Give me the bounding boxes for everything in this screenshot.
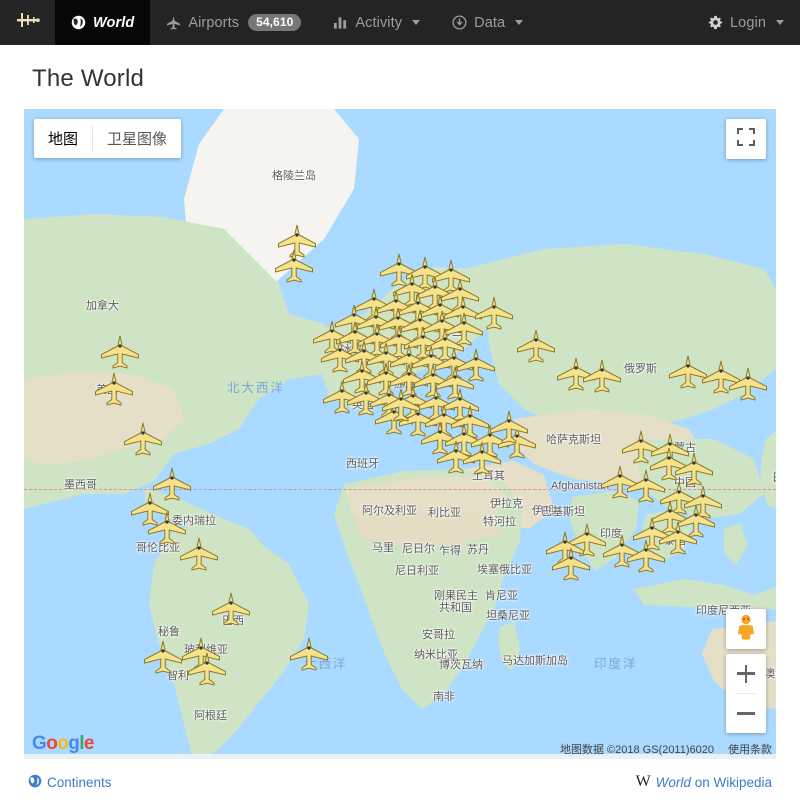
airport-marker[interactable]: [489, 410, 529, 444]
globe-icon: [71, 15, 86, 30]
bar-chart-icon: [333, 16, 348, 30]
continents-link[interactable]: Continents: [28, 774, 112, 791]
nav-item-login[interactable]: Login: [692, 0, 800, 45]
airport-marker[interactable]: [94, 372, 134, 406]
top-navbar: World Airports 54,610 Activity: [0, 0, 800, 45]
map-data-attribution: 地图数据 ©2018 GS(2011)6020: [560, 741, 714, 757]
zoom-out-button[interactable]: [726, 694, 766, 733]
nav-item-label: Login: [730, 15, 766, 31]
airport-marker[interactable]: [582, 359, 622, 393]
airport-marker[interactable]: [179, 537, 219, 571]
world-map[interactable]: 格陵兰岛加拿大美国墨西哥北大西洋委内瑞拉哥伦比亚巴西秘鲁玻利维亚智利阿根廷大西洋…: [24, 109, 776, 759]
nav-item-label: Data: [474, 15, 505, 31]
gear-icon: [708, 15, 723, 30]
globe-icon: [28, 774, 42, 791]
airport-marker[interactable]: [187, 652, 227, 686]
airport-marker[interactable]: [211, 592, 251, 626]
airport-marker[interactable]: [289, 637, 329, 671]
fullscreen-icon: [737, 128, 755, 151]
nav-item-airports[interactable]: Airports 54,610: [150, 0, 317, 45]
terms-of-use-link[interactable]: 使用条款: [728, 741, 772, 757]
nav-item-world[interactable]: World: [55, 0, 150, 45]
airport-marker[interactable]: [516, 329, 556, 363]
map-attribution: 地图数据 ©2018 GS(2011)6020 使用条款: [560, 741, 772, 757]
nav-item-label: Activity: [355, 15, 402, 31]
zoom-control[interactable]: [726, 654, 766, 733]
nav-item-label: Airports: [188, 15, 239, 31]
google-logo-o2: o: [57, 733, 68, 754]
airplane-logo-icon: [15, 9, 41, 36]
airport-marker[interactable]: [123, 422, 163, 456]
page-title: The World: [0, 45, 800, 109]
wikipedia-article-title: World: [656, 775, 691, 790]
chevron-down-icon: [515, 20, 523, 25]
street-view-button[interactable]: [726, 609, 766, 649]
zoom-in-button[interactable]: [726, 654, 766, 693]
fullscreen-button[interactable]: [726, 119, 766, 159]
airport-marker[interactable]: [274, 249, 314, 283]
download-circle-icon: [452, 15, 467, 30]
wikipedia-link[interactable]: W World on Wikipedia: [636, 774, 772, 790]
google-logo-e: e: [84, 733, 94, 754]
airport-marker[interactable]: [551, 547, 591, 581]
google-logo-o1: o: [46, 733, 57, 754]
wikipedia-link-suffix: on Wikipedia: [695, 775, 772, 790]
wikipedia-link-label: World on Wikipedia: [656, 775, 772, 790]
airport-marker[interactable]: [626, 539, 666, 573]
map-type-control[interactable]: 地图 卫星图像: [34, 119, 181, 158]
airport-marker[interactable]: [381, 388, 421, 422]
plus-icon: [737, 672, 755, 675]
airports-count-badge: 54,610: [248, 14, 301, 31]
airplane-icon: [166, 15, 181, 30]
minus-icon: [737, 712, 755, 715]
street-view-pegman-icon: [735, 614, 757, 645]
airport-marker[interactable]: [462, 441, 502, 475]
map-type-satellite-button[interactable]: 卫星图像: [93, 119, 181, 158]
google-logo-g1: G: [32, 733, 46, 754]
wikipedia-w-icon: W: [636, 774, 651, 790]
chevron-down-icon: [412, 20, 420, 25]
continents-link-label: Continents: [47, 775, 112, 790]
airport-marker[interactable]: [728, 367, 768, 401]
nav-item-data[interactable]: Data: [436, 0, 539, 45]
map-type-map-button[interactable]: 地图: [34, 119, 92, 158]
page-footer: Continents W World on Wikipedia: [0, 759, 800, 800]
airport-marker[interactable]: [100, 335, 140, 369]
airport-marker[interactable]: [143, 640, 183, 674]
navbar-spacer: [539, 0, 692, 45]
google-logo-g2: g: [68, 733, 79, 754]
nav-item-activity[interactable]: Activity: [317, 0, 436, 45]
brand-logo-button[interactable]: [0, 0, 55, 45]
nav-item-label: World: [93, 15, 134, 31]
chevron-down-icon: [776, 20, 784, 25]
google-logo: Google: [32, 733, 94, 755]
